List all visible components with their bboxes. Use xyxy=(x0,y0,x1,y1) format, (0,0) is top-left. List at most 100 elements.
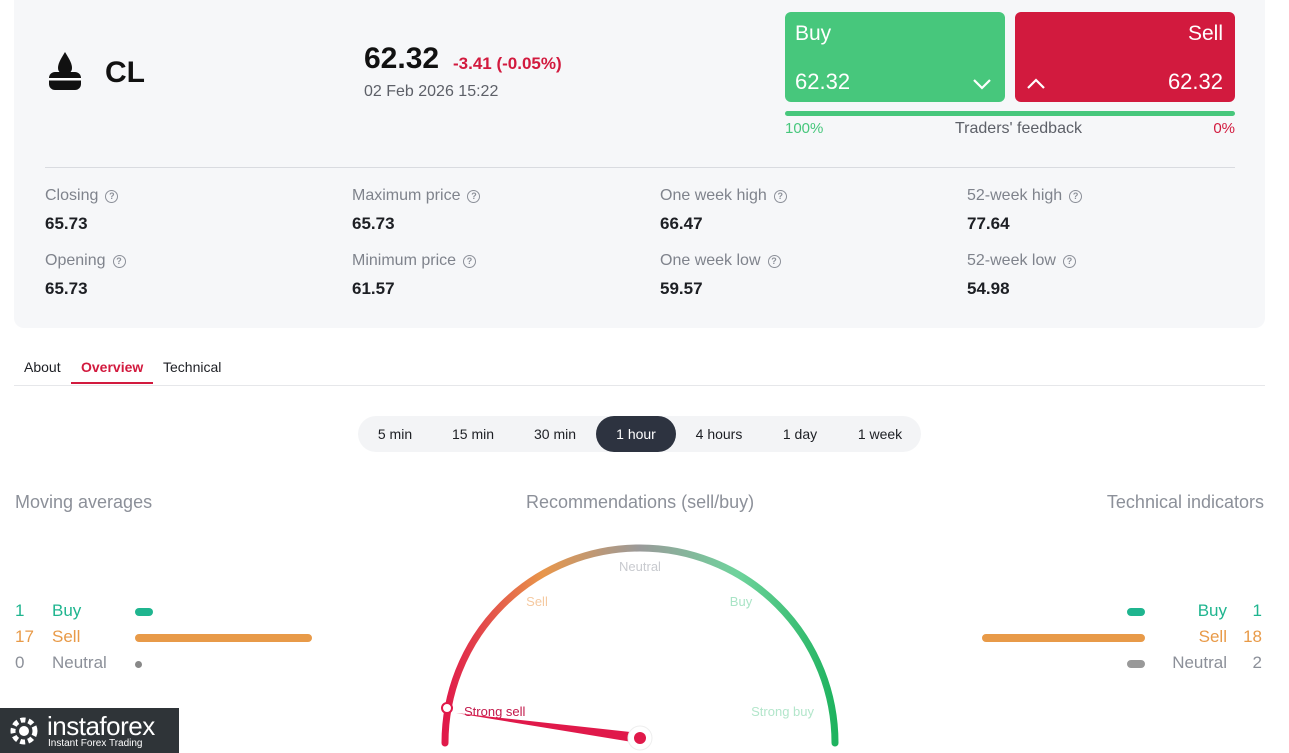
ma-sell-label: Sell xyxy=(52,627,81,646)
period-1-hour[interactable]: 1 hour xyxy=(596,416,676,452)
gauge-label-neutral: Neutral xyxy=(619,559,661,574)
ti-neutral-label: Neutral xyxy=(1172,653,1227,672)
ma-row-neutral: 0 Neutral xyxy=(0,653,330,675)
ti-sell-bar xyxy=(982,634,1145,642)
stat-maximum-price: Maximum price? 65.73 xyxy=(352,187,481,234)
stat-opening: Opening? 65.73 xyxy=(45,252,126,299)
period-1-day[interactable]: 1 day xyxy=(764,416,836,452)
period-selector: 5 min 15 min 30 min 1 hour 4 hours 1 day… xyxy=(358,416,921,452)
logo-tagline: Instant Forex Trading xyxy=(48,738,143,749)
gauge-label-strong-buy: Strong buy xyxy=(751,704,814,719)
sell-button[interactable]: Sell 62.32 xyxy=(1015,12,1235,102)
chevron-up-icon xyxy=(1027,78,1045,89)
help-icon[interactable]: ? xyxy=(105,189,119,203)
recommendation-gauge: Neutral Sell Buy Strong sell Strong buy xyxy=(441,544,839,751)
ma-sell-bar xyxy=(135,634,312,642)
ma-buy-bar xyxy=(135,608,153,616)
stat-label: Minimum price xyxy=(352,252,457,269)
ti-row-buy: Buy 1 xyxy=(960,601,1289,623)
stat-value: 59.57 xyxy=(660,279,703,298)
stat-value: 65.73 xyxy=(45,279,88,298)
period-4-hours[interactable]: 4 hours xyxy=(682,416,756,452)
ma-row-buy: 1 Buy xyxy=(0,601,330,623)
ti-neutral-count: 2 xyxy=(1252,653,1262,672)
stat-closing: Closing? 65.73 xyxy=(45,187,119,234)
ti-buy-count: 1 xyxy=(1252,601,1262,620)
ma-buy-count: 1 xyxy=(15,601,25,620)
stat-value: 54.98 xyxy=(967,279,1010,298)
help-icon[interactable]: ? xyxy=(1069,189,1083,203)
ma-sell-count: 17 xyxy=(15,627,34,646)
stat-label: One week low xyxy=(660,252,761,269)
gauge-label-sell: Sell xyxy=(526,594,548,609)
current-price: 62.32 xyxy=(364,42,440,75)
tab-technical[interactable]: Technical xyxy=(163,359,221,375)
stat-label: Closing xyxy=(45,187,99,204)
help-icon[interactable]: ? xyxy=(767,254,781,268)
stat-label: 52-week high xyxy=(967,187,1063,204)
tab-about[interactable]: About xyxy=(24,359,61,375)
ti-row-neutral: Neutral 2 xyxy=(960,653,1289,675)
ti-buy-bar xyxy=(1127,608,1145,616)
feedback-sell-percent: 0% xyxy=(1213,120,1235,137)
tab-bar: About Overview Technical xyxy=(14,354,1265,386)
traders-feedback-bar xyxy=(785,111,1235,116)
period-5-min[interactable]: 5 min xyxy=(364,416,426,452)
chevron-down-icon xyxy=(973,79,991,90)
tab-overview[interactable]: Overview xyxy=(81,359,143,375)
period-30-min[interactable]: 30 min xyxy=(518,416,592,452)
stat-label: One week high xyxy=(660,187,767,204)
feedback-buy-fill xyxy=(785,111,1235,116)
symbol-name: CL xyxy=(105,56,145,89)
stat-value: 61.57 xyxy=(352,279,395,298)
stat-value: 65.73 xyxy=(352,214,395,233)
buy-button[interactable]: Buy 62.32 xyxy=(785,12,1005,102)
stat-value: 77.64 xyxy=(967,214,1010,233)
stat-52-week-high: 52-week high? 77.64 xyxy=(967,187,1083,234)
ti-sell-count: 18 xyxy=(1243,627,1262,646)
ma-row-sell: 17 Sell xyxy=(0,627,330,649)
gauge-pivot-inner xyxy=(634,732,646,744)
price-change: -3.41 (-0.05%) xyxy=(453,54,562,73)
moving-averages-title: Moving averages xyxy=(15,492,153,512)
stat-value: 65.73 xyxy=(45,214,88,233)
period-15-min[interactable]: 15 min xyxy=(436,416,510,452)
feedback-label: Traders' feedback xyxy=(955,120,1082,137)
gauge-label-strong-sell: Strong sell xyxy=(464,704,526,719)
help-icon[interactable]: ? xyxy=(467,189,481,203)
feedback-buy-percent: 100% xyxy=(785,120,824,137)
stat-52-week-low: 52-week low? 54.98 xyxy=(967,252,1076,299)
ti-sell-label: Sell xyxy=(1198,627,1227,646)
ma-neutral-dot xyxy=(135,661,142,668)
quote-datetime: 02 Feb 2026 15:22 xyxy=(364,83,499,100)
instaforex-logo: instaforex Instant Forex Trading xyxy=(0,708,179,753)
gauge-start-marker xyxy=(441,702,453,714)
ti-row-sell: Sell 18 xyxy=(960,627,1289,649)
help-icon[interactable]: ? xyxy=(1062,254,1076,268)
stat-value: 66.47 xyxy=(660,214,703,233)
period-1-week[interactable]: 1 week xyxy=(842,416,918,452)
technical-indicators-title: Technical indicators xyxy=(1106,492,1264,512)
sell-label: Sell xyxy=(1187,22,1223,45)
stat-label: Opening xyxy=(45,252,106,269)
stat-one-week-high: One week high? 66.47 xyxy=(660,187,787,234)
sell-price: 62.32 xyxy=(1167,69,1223,94)
ma-neutral-count: 0 xyxy=(15,653,25,672)
stat-label: Maximum price xyxy=(352,187,461,204)
active-tab-indicator xyxy=(71,382,153,384)
stat-label: 52-week low xyxy=(967,252,1056,269)
help-icon[interactable]: ? xyxy=(112,254,126,268)
ti-neutral-bar xyxy=(1126,660,1145,668)
gauge-label-buy: Buy xyxy=(730,594,753,609)
gear-logo-icon xyxy=(10,717,38,745)
oil-barrel-icon xyxy=(49,52,81,90)
help-icon[interactable]: ? xyxy=(773,189,787,203)
ti-buy-label: Buy xyxy=(1197,601,1227,620)
help-icon[interactable]: ? xyxy=(463,254,477,268)
buy-label: Buy xyxy=(795,22,832,45)
recommendations-title: Recommendations (sell/buy) xyxy=(526,492,755,512)
gauge-needle xyxy=(456,713,640,743)
ma-buy-label: Buy xyxy=(52,601,82,620)
stat-one-week-low: One week low? 59.57 xyxy=(660,252,781,299)
card-divider xyxy=(45,167,1235,168)
